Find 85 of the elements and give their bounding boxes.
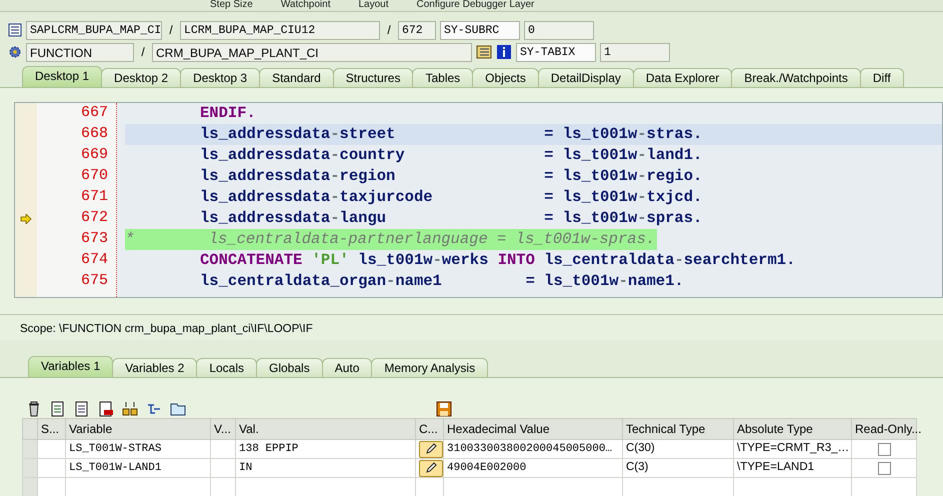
- tab[interactable]: Break./Watchpoints: [731, 68, 861, 87]
- tab[interactable]: Data Explorer: [632, 68, 732, 87]
- code-line: ENDIF.: [199, 103, 257, 124]
- system-field-name: SY-SUBRC: [440, 20, 520, 40]
- line-number: 672: [80, 208, 109, 228]
- separator-slash: /: [140, 44, 146, 61]
- tab[interactable]: Memory Analysis: [371, 358, 488, 377]
- pencil-icon: [425, 443, 437, 455]
- column-header[interactable]: Val.: [236, 418, 416, 440]
- tab[interactable]: Desktop 1: [22, 66, 102, 87]
- code-line: ls_addressdata-country = ls_t001w-land1.: [199, 145, 704, 166]
- line-number: 667: [80, 103, 109, 124]
- row-selector: [22, 418, 38, 440]
- document-icon[interactable]: [98, 401, 114, 417]
- code-line: ls_addressdata-taxjurcode = ls_t001w-txjcd.: [199, 187, 704, 208]
- column-header[interactable]: S...: [38, 418, 66, 440]
- list-icon[interactable]: [476, 44, 492, 60]
- table-cell: \TYPE=CRMT_R3_…: [734, 440, 852, 458]
- program-icon[interactable]: [8, 23, 22, 37]
- edit-button[interactable]: [419, 460, 443, 476]
- tab[interactable]: Structures: [332, 68, 414, 87]
- tab[interactable]: Desktop 3: [180, 68, 260, 87]
- table-cell: LS_T001W-STRAS: [66, 440, 210, 458]
- table-cell: 310033003800200045005000…: [444, 440, 622, 458]
- gear-icon[interactable]: [8, 45, 22, 59]
- document-icon[interactable]: [50, 401, 66, 417]
- tab[interactable]: Tables: [412, 68, 474, 87]
- tab[interactable]: Locals: [196, 358, 257, 377]
- system-field-value: 0: [524, 20, 594, 40]
- system-field-name: SY-TABIX: [516, 42, 596, 62]
- toolbar-button[interactable]: Layout: [358, 0, 388, 11]
- tab[interactable]: Diff: [860, 68, 904, 87]
- line-number: 674: [80, 250, 109, 270]
- event-field: CRM_BUPA_MAP_PLANT_CI: [152, 42, 472, 62]
- line-number: 671: [80, 187, 109, 208]
- tab[interactable]: Objects: [472, 68, 539, 87]
- tab[interactable]: Globals: [256, 358, 323, 377]
- line-number: 669: [80, 145, 109, 166]
- separator-slash: /: [386, 22, 392, 39]
- line-number: 673: [80, 229, 109, 250]
- include-field: LCRM_BUPA_MAP_CIU12: [180, 20, 380, 40]
- table-cell: \TYPE=LAND1: [734, 458, 852, 478]
- line-number: 675: [80, 271, 109, 292]
- document-icon[interactable]: [74, 401, 90, 417]
- scope-text: Scope: \FUNCTION crm_bupa_map_plant_ci\IF\LOOP\IF: [0, 314, 943, 340]
- code-line: ls_centraldata_organ-name1 = ls_t001w-name1.: [199, 271, 685, 292]
- column-header[interactable]: Absolute Type: [734, 418, 852, 440]
- line-number: 670: [80, 166, 109, 186]
- table-cell: LS_T001W-LAND1: [66, 458, 210, 478]
- column-header[interactable]: Variable: [66, 418, 210, 440]
- checkbox[interactable]: [878, 442, 890, 456]
- tab[interactable]: Desktop 2: [101, 68, 182, 87]
- program-field: SAPLCRM_BUPA_MAP_CI: [26, 20, 162, 40]
- table-cell: 49004E002000: [444, 458, 622, 478]
- save-icon[interactable]: [436, 401, 452, 417]
- separator-slash: /: [168, 22, 174, 39]
- system-field-value: 1: [600, 42, 670, 62]
- tab[interactable]: DetailDisplay: [538, 68, 634, 87]
- table-cell: 138 EPPIP: [236, 440, 416, 458]
- line-field: 672: [398, 20, 436, 40]
- tab[interactable]: Standard: [259, 68, 334, 87]
- tab[interactable]: Variables 2: [112, 358, 198, 377]
- grid-icon[interactable]: [122, 401, 138, 417]
- tab[interactable]: Auto: [322, 358, 372, 377]
- code-line: ls_addressdata-langu = ls_t001w-spras.: [199, 208, 704, 229]
- code-line: CONCATENATE 'PL' ls_t001w-werks INTO ls_centraldata-searchterm1.: [199, 250, 796, 271]
- table-cell: IN: [236, 458, 416, 478]
- line-number: 668: [80, 124, 109, 144]
- column-header[interactable]: Technical Type: [622, 418, 734, 440]
- info-icon[interactable]: [496, 44, 512, 60]
- column-header[interactable]: C...: [416, 418, 444, 440]
- checkbox[interactable]: [878, 462, 890, 474]
- code-line: ls_addressdata-region = ls_t001w-regio.: [199, 166, 704, 187]
- column-header[interactable]: V...: [210, 418, 236, 440]
- edit-button[interactable]: [419, 440, 443, 458]
- toolbar-button[interactable]: Step Size: [210, 0, 253, 11]
- table-cell: C(3): [622, 458, 734, 478]
- delete-icon[interactable]: [26, 401, 42, 417]
- tab[interactable]: Variables 1: [28, 356, 114, 377]
- event-type-field: FUNCTION: [26, 42, 134, 62]
- toolbar-button[interactable]: Watchpoint: [280, 0, 330, 11]
- column-header[interactable]: Hexadecimal Value: [444, 418, 622, 440]
- pencil-icon: [425, 462, 437, 474]
- table-cell: C(30): [622, 440, 734, 458]
- toolbar-button[interactable]: Configure Debugger Layer: [416, 0, 534, 11]
